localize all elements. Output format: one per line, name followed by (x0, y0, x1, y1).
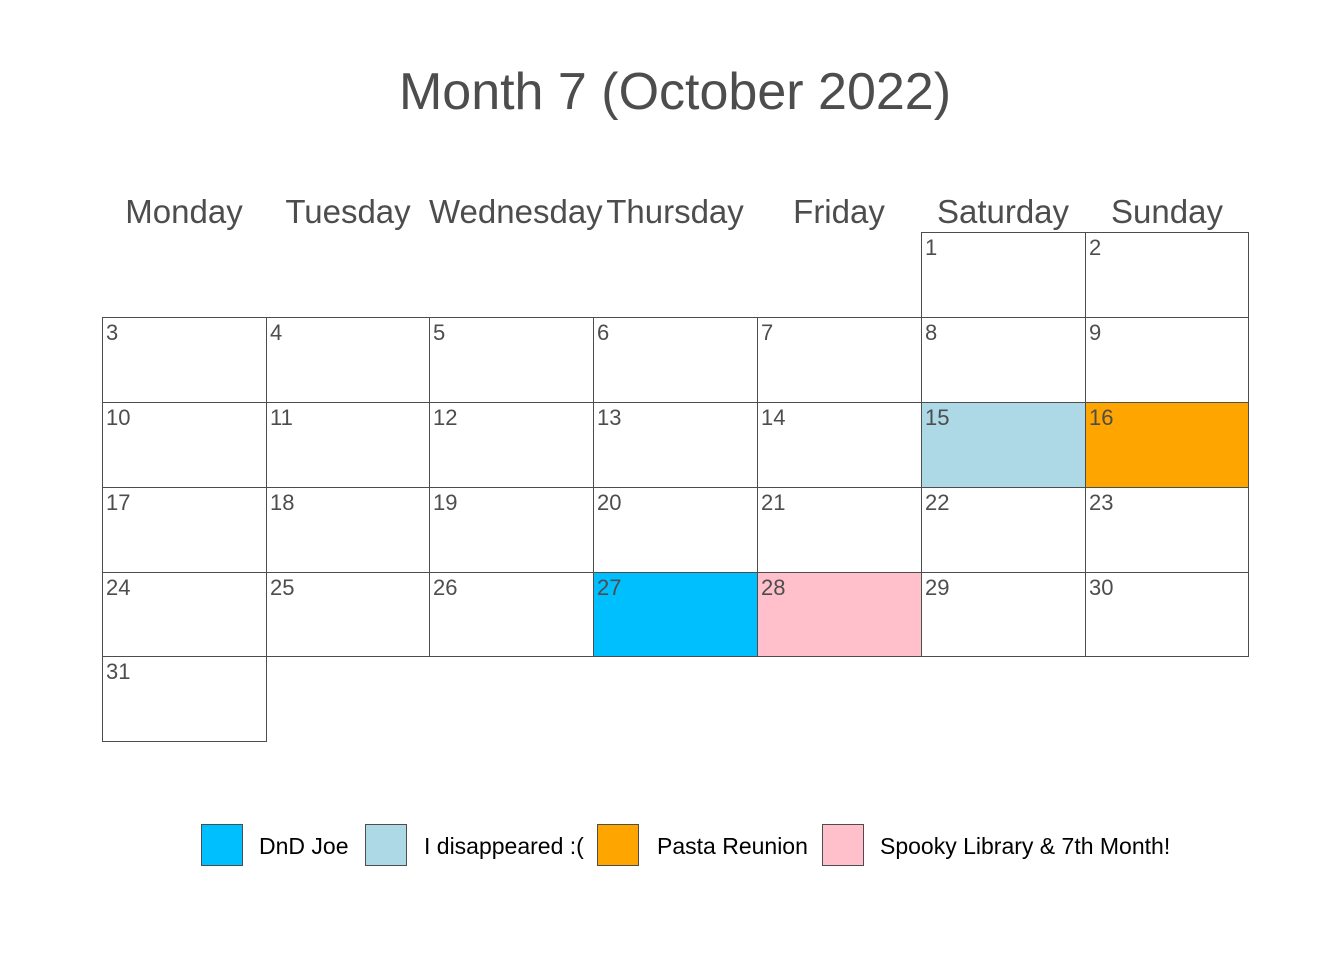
weekday-sunday: Sunday (1111, 193, 1223, 230)
day-cell: 9 (1085, 317, 1249, 403)
day-number: 17 (106, 490, 131, 515)
legend-label: Pasta Reunion (657, 833, 808, 859)
day-cell: 28 (757, 572, 922, 657)
day-cell: 2 (1085, 232, 1249, 318)
day-number: 1 (925, 235, 938, 260)
day-cell: 11 (266, 402, 430, 488)
day-cell: 14 (757, 402, 922, 488)
day-number: 6 (597, 320, 610, 345)
day-cell: 30 (1085, 572, 1249, 657)
weekday-tuesday: Tuesday (285, 193, 411, 230)
day-cell: 16 (1085, 402, 1249, 488)
day-number: 9 (1089, 320, 1102, 345)
day-number: 2 (1089, 235, 1102, 260)
day-number: 23 (1089, 490, 1114, 515)
day-number: 14 (761, 405, 786, 430)
day-cell: 25 (266, 572, 430, 657)
day-number: 30 (1089, 575, 1114, 600)
day-cell: 17 (102, 487, 267, 573)
day-cell: 12 (429, 402, 594, 488)
day-cell: 7 (757, 317, 922, 403)
day-number: 27 (597, 575, 622, 600)
day-cell: 5 (429, 317, 594, 403)
legend-label: DnD Joe (259, 833, 349, 859)
day-cell: 6 (593, 317, 758, 403)
day-cell: 8 (921, 317, 1086, 403)
day-cell: 26 (429, 572, 594, 657)
day-number: 12 (433, 405, 458, 430)
chart-title: Month 7 (October 2022) (398, 63, 952, 121)
day-cell: 29 (921, 572, 1086, 657)
day-cell: 31 (102, 656, 267, 742)
day-cell: 21 (757, 487, 922, 573)
day-cell: 4 (266, 317, 430, 403)
day-cell: 22 (921, 487, 1086, 573)
day-cell: 27 (593, 572, 758, 657)
legend-key (597, 824, 639, 866)
day-cell: 19 (429, 487, 594, 573)
day-cell: 15 (921, 402, 1086, 488)
day-cell: 18 (266, 487, 430, 573)
day-number: 21 (761, 490, 786, 515)
day-number: 26 (433, 575, 458, 600)
day-number: 7 (761, 320, 774, 345)
day-number: 24 (106, 575, 131, 600)
weekday-wednesday: Wednesday (429, 193, 603, 230)
day-cell: 13 (593, 402, 758, 488)
weekday-monday: Monday (125, 193, 243, 230)
day-number: 28 (761, 575, 786, 600)
day-number: 20 (597, 490, 622, 515)
weekday-thursday: Thursday (606, 193, 744, 230)
weekday-friday: Friday (793, 193, 885, 230)
day-number: 19 (433, 490, 458, 515)
day-number: 5 (433, 320, 446, 345)
day-number: 13 (597, 405, 622, 430)
day-number: 31 (106, 659, 131, 684)
legend-key (822, 824, 864, 866)
day-number: 25 (270, 575, 295, 600)
day-number: 29 (925, 575, 950, 600)
weekday-saturday: Saturday (936, 193, 1070, 230)
day-number: 11 (270, 405, 293, 430)
day-number: 22 (925, 490, 950, 515)
day-number: 8 (925, 320, 938, 345)
day-number: 10 (106, 405, 131, 430)
day-cell: 24 (102, 572, 267, 657)
day-cell: 10 (102, 402, 267, 488)
legend-label: I disappeared :( (424, 833, 584, 859)
day-cell: 20 (593, 487, 758, 573)
day-cell: 1 (921, 232, 1086, 318)
day-number: 15 (925, 405, 950, 430)
day-number: 16 (1089, 405, 1114, 430)
day-cell: 3 (102, 317, 267, 403)
day-number: 18 (270, 490, 295, 515)
legend-label: Spooky Library & 7th Month! (880, 833, 1171, 859)
day-number: 3 (106, 320, 119, 345)
day-number: 4 (270, 320, 283, 345)
legend-key (201, 824, 243, 866)
day-cell: 23 (1085, 487, 1249, 573)
legend-key (365, 824, 407, 866)
